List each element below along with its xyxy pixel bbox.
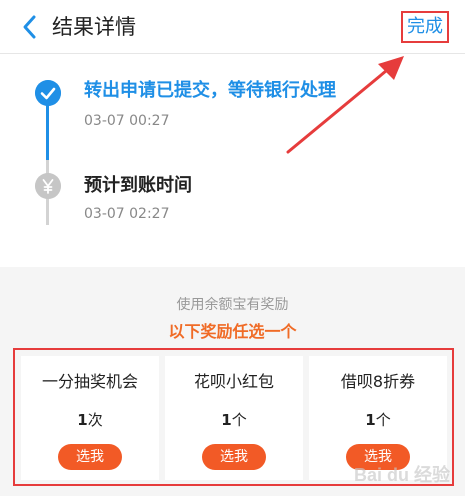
- header-bar: 结果详情 完成: [0, 0, 465, 54]
- back-chevron-icon[interactable]: [18, 12, 42, 42]
- baidu-watermark: Bai du 经验: [354, 464, 451, 485]
- step-2-time: 03-07 02:27: [84, 206, 170, 222]
- reward-headline: 以下奖励任选一个: [168, 322, 297, 341]
- reward-subtitle: 使用余额宝有奖励: [176, 297, 289, 313]
- reward-card-lottery[interactable]: 一分抽奖机会 1次 选我: [21, 356, 159, 480]
- reward-card-name: 借呗8折券: [340, 372, 416, 391]
- done-button[interactable]: 完成: [401, 11, 449, 43]
- page-title: 结果详情: [52, 15, 136, 39]
- reward-count-unit: 次: [87, 411, 103, 429]
- reward-card-count: 1个: [309, 409, 447, 430]
- check-circle-icon: [35, 80, 61, 106]
- step-1-time: 03-07 00:27: [84, 113, 170, 129]
- reward-count-value: 1: [365, 411, 376, 429]
- reward-card-name: 花呗小红包: [193, 372, 274, 391]
- step-2-title: 预计到账时间: [84, 175, 192, 196]
- reward-count-value: 1: [77, 411, 88, 429]
- reward-card-count: 1次: [21, 409, 159, 430]
- select-button[interactable]: 选我: [58, 444, 122, 470]
- reward-count-unit: 个: [231, 411, 247, 429]
- reward-count-value: 1: [221, 411, 232, 429]
- select-button[interactable]: 选我: [202, 444, 266, 470]
- yen-circle-icon: [35, 173, 61, 199]
- reward-count-unit: 个: [375, 411, 391, 429]
- reward-card-count: 1个: [165, 409, 303, 430]
- reward-card-huabei[interactable]: 花呗小红包 1个 选我: [165, 356, 303, 480]
- reward-card-name: 一分抽奖机会: [41, 372, 138, 391]
- annotation-arrow: [286, 56, 404, 154]
- watermark-text: Bai du 经验: [354, 464, 451, 485]
